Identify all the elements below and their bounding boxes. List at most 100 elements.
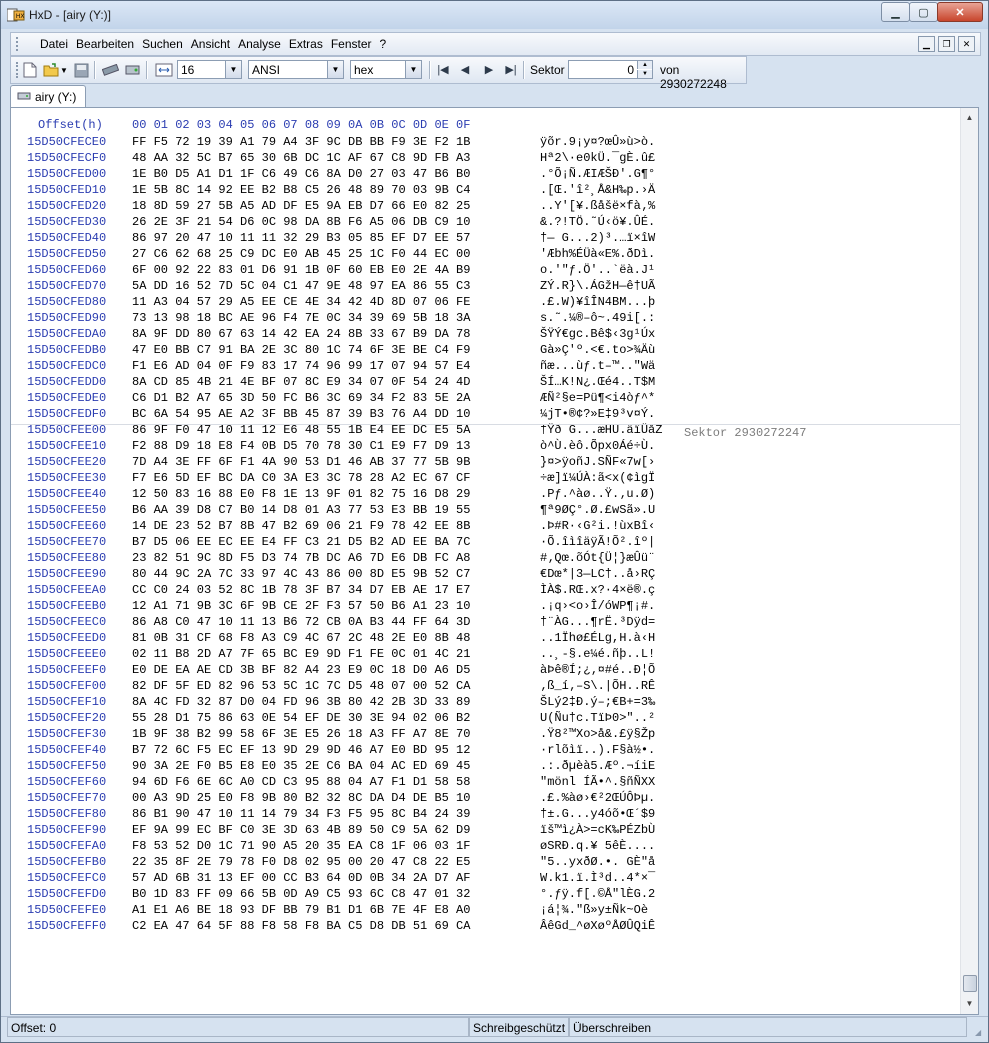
row-decoded-text[interactable]: ñæ...ùƒ.t–™.."Wä <box>540 359 655 373</box>
chevron-down-icon[interactable]: ▼ <box>405 61 421 78</box>
row-hex-bytes[interactable]: CC C0 24 03 52 8C 1B 78 3F B7 34 D7 EB A… <box>132 583 470 597</box>
menu-fenster[interactable]: Fenster <box>331 37 372 51</box>
row-hex-bytes[interactable]: 8A 4C FD 32 87 D0 04 FD 96 3B 80 42 2B 3… <box>132 695 470 709</box>
row-hex-bytes[interactable]: 86 9F F0 47 10 11 12 E6 48 55 1B E4 EE D… <box>132 423 470 437</box>
menu-bearbeiten[interactable]: Bearbeiten <box>76 37 134 51</box>
ram-module-icon[interactable] <box>101 61 119 79</box>
row-hex-bytes[interactable]: 8A CD 85 4B 21 4E BF 07 8C E9 34 07 0F 5… <box>132 375 470 389</box>
row-decoded-text[interactable]: ÂêGd_^øXøºÅØÛQiÊ <box>540 919 655 933</box>
hex-editor-view[interactable]: Offset(h) 00 01 02 03 04 05 06 07 08 09 … <box>10 107 979 1015</box>
row-decoded-text[interactable]: †— G...2)³.…ï×îW <box>540 231 655 245</box>
row-decoded-text[interactable]: ..1Ïhø£ÉLg,H.à‹H <box>540 631 655 645</box>
charset-select[interactable]: ANSI ▼ <box>248 60 344 79</box>
menu-help[interactable]: ? <box>380 37 387 51</box>
row-hex-bytes[interactable]: 1E 5B 8C 14 92 EE B2 B8 C5 26 48 89 70 0… <box>132 183 470 197</box>
scroll-down-icon[interactable]: ▼ <box>962 996 977 1011</box>
bytes-per-row-select[interactable]: 16 ▼ <box>177 60 242 79</box>
row-decoded-text[interactable]: ÆÑ²§e=Pü¶<i4òƒ^* <box>540 391 655 405</box>
row-decoded-text[interactable]: "5..yxðØ.•. GÈ"å <box>540 855 655 869</box>
tab-airy[interactable]: airy (Y:) <box>10 85 86 107</box>
chevron-down-icon[interactable]: ▼ <box>327 61 343 78</box>
row-hex-bytes[interactable]: 22 35 8F 2E 79 78 F0 D8 02 95 00 20 47 C… <box>132 855 470 869</box>
row-decoded-text[interactable]: øSRÐ.q.¥ 5êÈ.... <box>540 839 655 853</box>
row-hex-bytes[interactable]: B7 D5 06 EE EC EE E4 FF C3 21 D5 B2 AD E… <box>132 535 470 549</box>
row-decoded-text[interactable]: .£.%àø›€²2ŒÚÔÞµ. <box>540 791 655 805</box>
row-decoded-text[interactable]: #‚Qœ.õÓt{Ü¦}æÛü¨ <box>540 551 655 565</box>
row-decoded-text[interactable]: &.?!TÖ.˜Ú‹ö¥.ÛÉ. <box>540 215 655 229</box>
row-decoded-text[interactable]: €Dœ*|3—LC†..å›RÇ <box>540 567 655 581</box>
open-dropdown-chevron-icon[interactable]: ▼ <box>59 61 69 79</box>
row-hex-bytes[interactable]: BC 6A 54 95 AE A2 3F BB 45 87 39 B3 76 A… <box>132 407 470 421</box>
row-decoded-text[interactable]: ¡á¦¾."ß»y±Ñk~Oè <box>540 903 655 917</box>
save-disk-icon[interactable] <box>72 61 90 79</box>
chevron-down-icon[interactable]: ▼ <box>225 61 241 78</box>
row-hex-bytes[interactable]: B6 AA 39 D8 C7 B0 14 D8 01 A3 77 53 E3 B… <box>132 503 470 517</box>
row-decoded-text[interactable]: }¤>ÿoñJ.SÑF«7w[› <box>540 455 655 469</box>
scroll-up-icon[interactable]: ▲ <box>962 110 977 125</box>
row-hex-bytes[interactable]: F8 53 52 D0 1C 71 90 A5 20 35 EA C8 1F 0… <box>132 839 470 853</box>
row-hex-bytes[interactable]: FF F5 72 19 39 A1 79 A4 3F 9C DB BB F9 3… <box>132 135 470 149</box>
row-decoded-text[interactable]: Gà»Ç'º.<€.to>¾Äù <box>540 343 655 357</box>
row-decoded-text[interactable]: †¨ÀG...¶rË.³Dÿd= <box>540 615 655 629</box>
row-decoded-text[interactable]: °.ƒÿ.f[.©Å"lÈG.2 <box>540 887 655 901</box>
next-sector-icon[interactable]: ▶ <box>481 62 497 78</box>
row-decoded-text[interactable]: .¡q›<o›Î/óWP¶¡#. <box>540 599 655 613</box>
row-hex-bytes[interactable]: F1 E6 AD 04 0F F9 83 17 74 96 99 17 07 9… <box>132 359 470 373</box>
row-hex-bytes[interactable]: 81 0B 31 CF 68 F8 A3 C9 4C 67 2C 48 2E E… <box>132 631 470 645</box>
row-hex-bytes[interactable]: 86 A8 C0 47 10 11 13 B6 72 CB 0A B3 44 F… <box>132 615 470 629</box>
row-hex-bytes[interactable]: 55 28 D1 75 86 63 0E 54 EF DE 30 3E 94 0… <box>132 711 470 725</box>
row-hex-bytes[interactable]: 18 8D 59 27 5B A5 AD DF E5 9A EB D7 66 E… <box>132 199 470 213</box>
row-hex-bytes[interactable]: 27 C6 62 68 25 C9 DC E0 AB 45 25 1C F0 4… <box>132 247 470 261</box>
row-decoded-text[interactable]: ..¸-§.e¼é.ñþ..L! <box>540 647 655 661</box>
vertical-scrollbar[interactable]: ▲ ▼ <box>960 108 978 1014</box>
row-hex-bytes[interactable]: F7 E6 5D EF BC DA C0 3A E3 3C 78 28 A2 E… <box>132 471 470 485</box>
row-hex-bytes[interactable]: 5A DD 16 52 7D 5C 04 C1 47 9E 48 97 EA 8… <box>132 279 470 293</box>
row-hex-bytes[interactable]: A1 E1 A6 BE 18 93 DF BB 79 B1 D1 6B 7E 4… <box>132 903 470 917</box>
row-decoded-text[interactable]: ÌÀ$.RŒ.x?·4×ë®.ç <box>540 583 655 597</box>
mdi-close-button[interactable]: ✕ <box>958 36 975 52</box>
row-decoded-text[interactable]: ŠLý2‡Ð.ý–;€B+=3‰ <box>540 695 655 709</box>
row-decoded-text[interactable]: ïš™ì¿À>=cK‰PÉZbÙ <box>540 823 655 837</box>
row-hex-bytes[interactable]: 90 3A 2E F0 B5 E8 E0 35 2E C6 BA 04 AC E… <box>132 759 470 773</box>
row-hex-bytes[interactable]: 12 A1 71 9B 3C 6F 9B CE 2F F3 57 50 B6 A… <box>132 599 470 613</box>
menu-datei[interactable]: Datei <box>40 37 68 51</box>
last-sector-icon[interactable]: ▶| <box>503 62 519 78</box>
spin-down-icon[interactable]: ▼ <box>637 70 652 78</box>
scrollbar-thumb[interactable] <box>963 975 977 992</box>
minimize-button[interactable]: ▁ <box>881 2 910 22</box>
row-hex-bytes[interactable]: F2 88 D9 18 E8 F4 0B D5 70 78 30 C1 E9 F… <box>132 439 470 453</box>
row-decoded-text[interactable]: .:.ðµèà5.Æº.¬íiE <box>540 759 655 773</box>
row-hex-bytes[interactable]: 00 A3 9D 25 E0 F8 9B 80 B2 32 8C DA D4 D… <box>132 791 470 805</box>
first-sector-icon[interactable]: |◀ <box>435 62 451 78</box>
row-decoded-text[interactable]: .[Œ.'î²¸Å&H‰p.›Ä <box>540 183 655 197</box>
row-hex-bytes[interactable]: B7 72 6C F5 EC EF 13 9D 29 9D 46 A7 E0 B… <box>132 743 470 757</box>
row-decoded-text[interactable]: "mönl ÍÃ•^.§ñÑXX <box>540 775 655 789</box>
row-hex-bytes[interactable]: 7D A4 3E FF 6F F1 4A 90 53 D1 46 AB 37 7… <box>132 455 470 469</box>
previous-sector-icon[interactable]: ◀ <box>457 62 473 78</box>
row-hex-bytes[interactable]: 02 11 B8 2D A7 7F 65 BC E9 9D F1 FE 0C 0… <box>132 647 470 661</box>
resize-grip-icon[interactable]: ◢ <box>975 1028 985 1038</box>
row-hex-bytes[interactable]: E0 DE EA AE CD 3B BF 82 A4 23 E9 0C 18 D… <box>132 663 470 677</box>
row-decoded-text[interactable]: .Pƒ.^àø..Ÿ.‚u.Ø) <box>540 487 655 501</box>
row-hex-bytes[interactable]: EF 9A 99 EC BF C0 3E 3D 63 4B 89 50 C9 5… <box>132 823 470 837</box>
row-decoded-text[interactable]: àÞê®Í;¿‚¤#é..Ð¦Õ <box>540 663 655 677</box>
row-hex-bytes[interactable]: 1B 9F 38 B2 99 58 6F 3E E5 26 18 A3 FF A… <box>132 727 470 741</box>
menu-suchen[interactable]: Suchen <box>142 37 183 51</box>
mdi-minimize-button[interactable]: ▁ <box>918 36 935 52</box>
row-decoded-text[interactable]: †±.G...y4óõ•Œ´$9 <box>540 807 655 821</box>
row-hex-bytes[interactable]: 11 A3 04 57 29 A5 EE CE 4E 34 42 4D 8D 0… <box>132 295 470 309</box>
row-hex-bytes[interactable]: 23 82 51 9C 8D F5 D3 74 7B DC A6 7D E6 D… <box>132 551 470 565</box>
row-decoded-text[interactable]: ..Y'[¥.ßåšë×fà‚% <box>540 199 655 213</box>
title-bar[interactable]: HX HxD - [airy (Y:)] ▁ ▢ ✕ <box>1 1 988 29</box>
new-file-icon[interactable] <box>21 61 39 79</box>
row-hex-bytes[interactable]: 47 E0 BB C7 91 BA 2E 3C 80 1C 74 6F 3E B… <box>132 343 470 357</box>
offset-base-select[interactable]: hex ▼ <box>350 60 422 79</box>
row-hex-bytes[interactable]: 26 2E 3F 21 54 D6 0C 98 DA 8B F6 A5 06 D… <box>132 215 470 229</box>
row-hex-bytes[interactable]: 82 DF 5F ED 82 96 53 5C 1C 7C D5 48 07 0… <box>132 679 470 693</box>
row-decoded-text[interactable]: †Ÿð G...æHU.äîÜåZ <box>540 423 662 437</box>
row-decoded-text[interactable]: ÷æ]ï¼ÚÀ:ã<x(¢ìgÏ <box>540 471 655 485</box>
menu-ansicht[interactable]: Ansicht <box>191 37 230 51</box>
close-button[interactable]: ✕ <box>937 2 983 22</box>
row-hex-bytes[interactable]: C2 EA 47 64 5F 88 F8 58 F8 BA C5 D8 DB 5… <box>132 919 470 933</box>
row-hex-bytes[interactable]: C6 D1 B2 A7 65 3D 50 FC B6 3C 69 34 F2 8… <box>132 391 470 405</box>
